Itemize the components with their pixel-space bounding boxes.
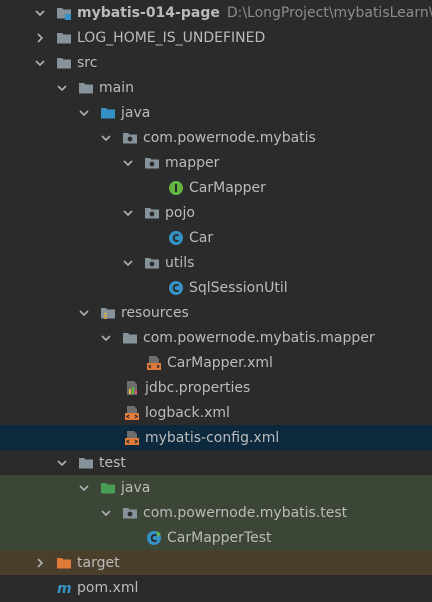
- chevron-down-icon[interactable]: [122, 207, 134, 219]
- resources-folder-icon: [100, 305, 116, 321]
- tree-row-mybatis-config-xml[interactable]: mybatis-config.xml: [0, 425, 432, 450]
- test-source-folder-icon: [100, 480, 116, 496]
- chevron-down-icon[interactable]: [78, 107, 90, 119]
- folder-label: java: [121, 479, 151, 496]
- package-icon: [144, 255, 160, 271]
- tree-row-logback-xml[interactable]: logback.xml: [0, 400, 432, 425]
- folder-label: target: [77, 554, 120, 571]
- xml-file-icon: [146, 355, 162, 371]
- folder-icon: [56, 30, 72, 46]
- folder-icon: [56, 55, 72, 71]
- folder-label: main: [99, 79, 134, 96]
- module-folder-icon: [56, 5, 72, 21]
- file-label: CarMapper.xml: [167, 354, 273, 371]
- chevron-down-icon[interactable]: [122, 157, 134, 169]
- test-class-icon: [146, 530, 162, 546]
- tree-row-sql-session-util[interactable]: SqlSessionUtil: [0, 275, 432, 300]
- tree-row-test-package[interactable]: com.powernode.mybatis.test: [0, 500, 432, 525]
- tree-row-jdbc-properties[interactable]: jdbc.properties: [0, 375, 432, 400]
- folder-label: java: [121, 104, 151, 121]
- tree-row-main[interactable]: main: [0, 75, 432, 100]
- package-label: com.powernode.mybatis: [143, 129, 316, 146]
- tree-row-resources[interactable]: resources: [0, 300, 432, 325]
- interface-icon: [168, 180, 184, 196]
- class-icon: [168, 280, 184, 296]
- tree-row-car-mapper-test[interactable]: CarMapperTest: [0, 525, 432, 550]
- tree-row-resources-package[interactable]: com.powernode.mybatis.mapper: [0, 325, 432, 350]
- chevron-down-icon[interactable]: [122, 257, 134, 269]
- tree-row-log-home[interactable]: LOG_HOME_IS_UNDEFINED: [0, 25, 432, 50]
- excluded-folder-icon: [56, 555, 72, 571]
- chevron-down-icon[interactable]: [78, 307, 90, 319]
- file-label: CarMapperTest: [167, 529, 272, 546]
- tree-row-test-java[interactable]: java: [0, 475, 432, 500]
- tree-row-mapper[interactable]: mapper: [0, 150, 432, 175]
- folder-icon: [78, 80, 94, 96]
- maven-pom-icon: m: [56, 580, 72, 596]
- chevron-down-icon[interactable]: [100, 332, 112, 344]
- tree-row-target[interactable]: target: [0, 550, 432, 575]
- package-icon: [122, 130, 138, 146]
- tree-row-pojo[interactable]: pojo: [0, 200, 432, 225]
- project-name: mybatis-014-page: [77, 4, 220, 21]
- file-label: logback.xml: [145, 404, 230, 421]
- file-label: mybatis-config.xml: [145, 429, 280, 446]
- chevron-down-icon[interactable]: [56, 82, 68, 94]
- folder-label: resources: [121, 304, 189, 321]
- package-icon: [122, 505, 138, 521]
- chevron-down-icon[interactable]: [100, 507, 112, 519]
- chevron-down-icon[interactable]: [78, 482, 90, 494]
- tree-row-test[interactable]: test: [0, 450, 432, 475]
- file-label: Car: [189, 229, 214, 246]
- package-icon: [144, 155, 160, 171]
- chevron-right-icon[interactable]: [34, 32, 46, 44]
- tree-row-package-main[interactable]: com.powernode.mybatis: [0, 125, 432, 150]
- tree-row-car-mapper[interactable]: CarMapper: [0, 175, 432, 200]
- folder-icon: [78, 455, 94, 471]
- file-label: SqlSessionUtil: [189, 279, 288, 296]
- file-label: CarMapper: [189, 179, 266, 196]
- properties-file-icon: [124, 380, 140, 396]
- svg-text:m: m: [57, 581, 72, 596]
- package-icon: [144, 205, 160, 221]
- folder-label: test: [99, 454, 126, 471]
- package-label: mapper: [165, 154, 220, 171]
- package-label: com.powernode.mybatis.test: [143, 504, 348, 521]
- project-path: D:\LongProject\mybatisLearn\myba: [226, 4, 432, 21]
- tree-row-utils[interactable]: utils: [0, 250, 432, 275]
- tree-row-src[interactable]: src: [0, 50, 432, 75]
- xml-file-icon: [124, 405, 140, 421]
- chevron-down-icon[interactable]: [100, 132, 112, 144]
- class-icon: [168, 230, 184, 246]
- tree-row-project-root[interactable]: mybatis-014-page D:\LongProject\mybatisL…: [0, 0, 432, 25]
- chevron-right-icon[interactable]: [34, 557, 46, 569]
- chevron-down-icon[interactable]: [34, 57, 46, 69]
- tree-row-car-mapper-xml[interactable]: CarMapper.xml: [0, 350, 432, 375]
- file-label: jdbc.properties: [145, 379, 251, 396]
- folder-icon: [122, 330, 138, 346]
- folder-label: LOG_HOME_IS_UNDEFINED: [77, 29, 266, 46]
- tree-row-car[interactable]: Car: [0, 225, 432, 250]
- chevron-down-icon[interactable]: [56, 457, 68, 469]
- folder-label: src: [77, 54, 98, 71]
- folder-label: com.powernode.mybatis.mapper: [143, 329, 375, 346]
- package-label: pojo: [165, 204, 195, 221]
- project-tree: mybatis-014-page D:\LongProject\mybatisL…: [0, 0, 432, 602]
- xml-file-icon: [124, 430, 140, 446]
- package-label: utils: [165, 254, 195, 271]
- tree-row-java[interactable]: java: [0, 100, 432, 125]
- file-label: pom.xml: [77, 579, 139, 596]
- chevron-down-icon[interactable]: [34, 7, 46, 19]
- tree-row-pom-xml[interactable]: m pom.xml: [0, 575, 432, 600]
- source-folder-icon: [100, 105, 116, 121]
